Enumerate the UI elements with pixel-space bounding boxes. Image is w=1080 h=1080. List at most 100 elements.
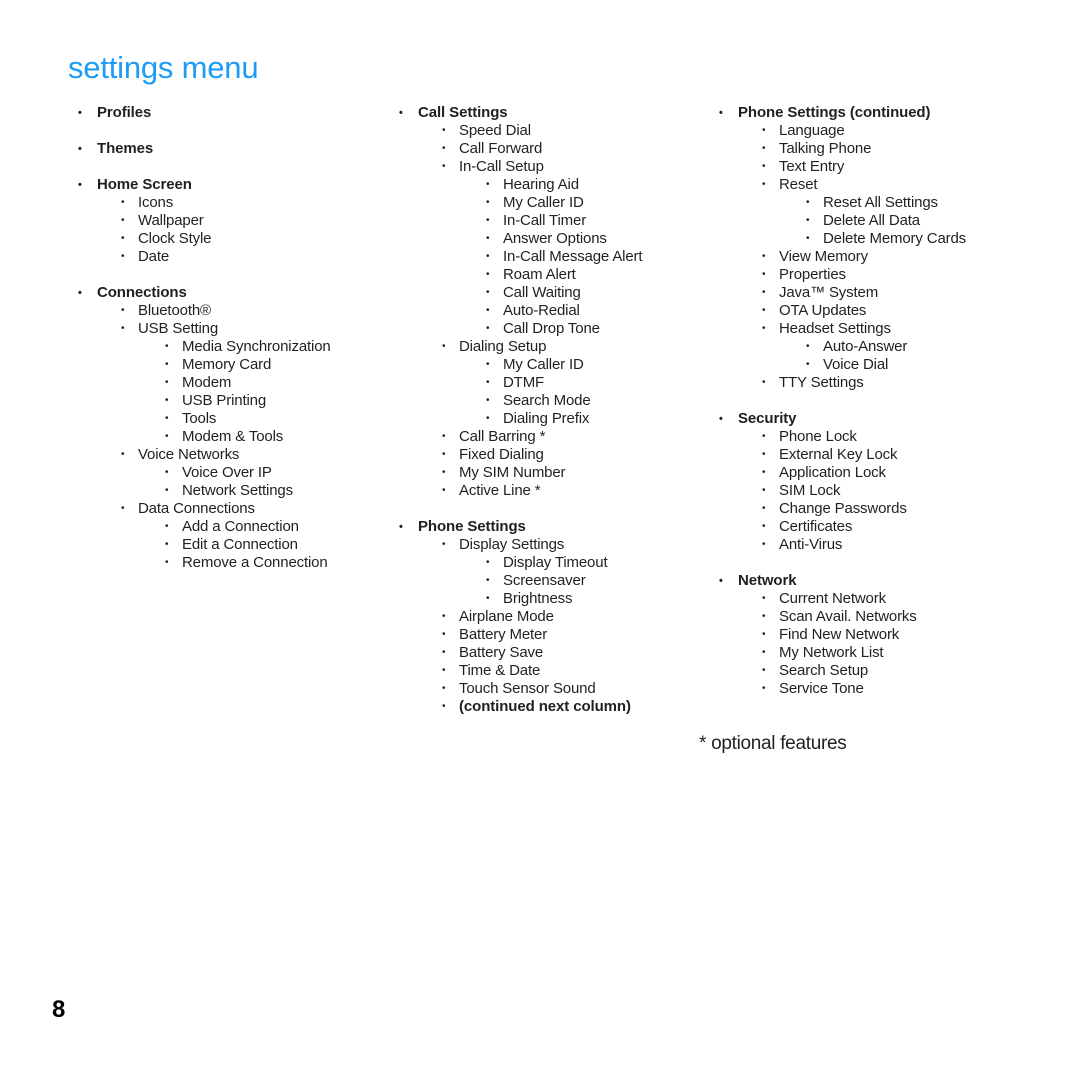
menu-item[interactable]: • Modem & Tools	[70, 428, 390, 446]
menu-item-label: My SIM Number	[459, 464, 566, 481]
menu-item[interactable]: • Call Drop Tone	[391, 320, 711, 338]
menu-item-label: Battery Meter	[459, 626, 548, 643]
menu-item[interactable]: • DTMF	[391, 374, 711, 392]
menu-item[interactable]: • Dialing Setup	[391, 338, 711, 356]
menu-item[interactable]: • Screensaver	[391, 572, 711, 590]
menu-item[interactable]: • Fixed Dialing	[391, 446, 711, 464]
menu-item[interactable]: • Properties	[711, 266, 1061, 284]
menu-section-heading[interactable]: • Network	[711, 572, 1061, 590]
menu-item[interactable]: • Touch Sensor Sound	[391, 680, 711, 698]
menu-item[interactable]: • Voice Dial	[711, 356, 1061, 374]
menu-item[interactable]: • Airplane Mode	[391, 608, 711, 626]
menu-item[interactable]: • In-Call Setup	[391, 158, 711, 176]
menu-item[interactable]: • My SIM Number	[391, 464, 711, 482]
menu-item[interactable]: • USB Printing	[70, 392, 390, 410]
menu-item[interactable]: • Voice Networks	[70, 446, 390, 464]
menu-item-label: Touch Sensor Sound	[459, 680, 596, 697]
menu-section-heading[interactable]: • Security	[711, 410, 1061, 428]
menu-item[interactable]: • Date	[70, 248, 390, 266]
menu-item[interactable]: • Current Network	[711, 590, 1061, 608]
menu-item[interactable]: • Network Settings	[70, 482, 390, 500]
menu-item[interactable]: • SIM Lock	[711, 482, 1061, 500]
menu-section-heading[interactable]: • Phone Settings	[391, 518, 711, 536]
bullet-icon: •	[442, 161, 446, 172]
bullet-icon: •	[121, 305, 125, 316]
menu-item[interactable]: • Talking Phone	[711, 140, 1061, 158]
menu-item[interactable]: • Icons	[70, 194, 390, 212]
menu-item[interactable]: • Data Connections	[70, 500, 390, 518]
menu-item[interactable]: • OTA Updates	[711, 302, 1061, 320]
menu-item[interactable]: • (continued next column)	[391, 698, 711, 716]
menu-item[interactable]: • Edit a Connection	[70, 536, 390, 554]
menu-item[interactable]: • Display Settings	[391, 536, 711, 554]
menu-item[interactable]: • TTY Settings	[711, 374, 1061, 392]
menu-section-heading[interactable]: • Themes	[70, 140, 390, 158]
menu-item[interactable]: • Auto-Redial	[391, 302, 711, 320]
menu-item[interactable]: • Voice Over IP	[70, 464, 390, 482]
menu-item[interactable]: • My Network List	[711, 644, 1061, 662]
menu-item[interactable]: • Service Tone	[711, 680, 1061, 698]
menu-item[interactable]: • Delete Memory Cards	[711, 230, 1061, 248]
menu-item[interactable]: • Time & Date	[391, 662, 711, 680]
menu-item[interactable]: • Call Forward	[391, 140, 711, 158]
menu-item[interactable]: • My Caller ID	[391, 356, 711, 374]
bullet-icon: •	[719, 575, 723, 587]
menu-item[interactable]: • Phone Lock	[711, 428, 1061, 446]
menu-item[interactable]: • Application Lock	[711, 464, 1061, 482]
menu-item[interactable]: • Battery Save	[391, 644, 711, 662]
menu-item[interactable]: • Active Line *	[391, 482, 711, 500]
menu-item[interactable]: • Anti-Virus	[711, 536, 1061, 554]
menu-item[interactable]: • View Memory	[711, 248, 1061, 266]
menu-item[interactable]: • Modem	[70, 374, 390, 392]
menu-item[interactable]: • In-Call Timer	[391, 212, 711, 230]
menu-item[interactable]: • Brightness	[391, 590, 711, 608]
menu-item[interactable]: • Bluetooth®	[70, 302, 390, 320]
menu-item-label: Hearing Aid	[503, 176, 579, 193]
menu-item[interactable]: • Headset Settings	[711, 320, 1061, 338]
menu-item[interactable]: • Roam Alert	[391, 266, 711, 284]
menu-item[interactable]: • Hearing Aid	[391, 176, 711, 194]
menu-item[interactable]: • Find New Network	[711, 626, 1061, 644]
menu-item-label: Properties	[779, 266, 846, 283]
menu-item[interactable]: • Scan Avail. Networks	[711, 608, 1061, 626]
menu-section-heading[interactable]: • Connections	[70, 284, 390, 302]
menu-item-label: Add a Connection	[182, 518, 299, 535]
menu-section-heading[interactable]: • Profiles	[70, 104, 390, 122]
menu-item[interactable]: • Delete All Data	[711, 212, 1061, 230]
menu-item[interactable]: • My Caller ID	[391, 194, 711, 212]
menu-item[interactable]: • Display Timeout	[391, 554, 711, 572]
menu-item[interactable]: • Java™ System	[711, 284, 1061, 302]
menu-item[interactable]: • Media Synchronization	[70, 338, 390, 356]
menu-item[interactable]: • Text Entry	[711, 158, 1061, 176]
menu-item[interactable]: • Change Passwords	[711, 500, 1061, 518]
menu-item-label: Search Setup	[779, 662, 869, 679]
menu-item[interactable]: • Wallpaper	[70, 212, 390, 230]
menu-item[interactable]: • Search Mode	[391, 392, 711, 410]
menu-item[interactable]: • USB Setting	[70, 320, 390, 338]
menu-item[interactable]: • Answer Options	[391, 230, 711, 248]
menu-item[interactable]: • External Key Lock	[711, 446, 1061, 464]
menu-section-heading[interactable]: • Home Screen	[70, 176, 390, 194]
menu-section-heading[interactable]: • Phone Settings (continued)	[711, 104, 1061, 122]
menu-item[interactable]: • Reset	[711, 176, 1061, 194]
menu-item[interactable]: • Remove a Connection	[70, 554, 390, 572]
menu-item[interactable]: • Language	[711, 122, 1061, 140]
menu-item[interactable]: • Reset All Settings	[711, 194, 1061, 212]
menu-item[interactable]: • Tools	[70, 410, 390, 428]
menu-item[interactable]: • Memory Card	[70, 356, 390, 374]
menu-item[interactable]: • Add a Connection	[70, 518, 390, 536]
menu-item[interactable]: • Battery Meter	[391, 626, 711, 644]
menu-section-heading[interactable]: • Call Settings	[391, 104, 711, 122]
menu-item[interactable]: • Certificates	[711, 518, 1061, 536]
bullet-icon: •	[399, 107, 403, 119]
menu-item[interactable]: • In-Call Message Alert	[391, 248, 711, 266]
menu-item[interactable]: • Call Waiting	[391, 284, 711, 302]
menu-item[interactable]: • Auto-Answer	[711, 338, 1061, 356]
menu-item[interactable]: • Search Setup	[711, 662, 1061, 680]
menu-item[interactable]: • Clock Style	[70, 230, 390, 248]
menu-item[interactable]: • Dialing Prefix	[391, 410, 711, 428]
menu-item[interactable]: • Call Barring *	[391, 428, 711, 446]
menu-item[interactable]: • Speed Dial	[391, 122, 711, 140]
